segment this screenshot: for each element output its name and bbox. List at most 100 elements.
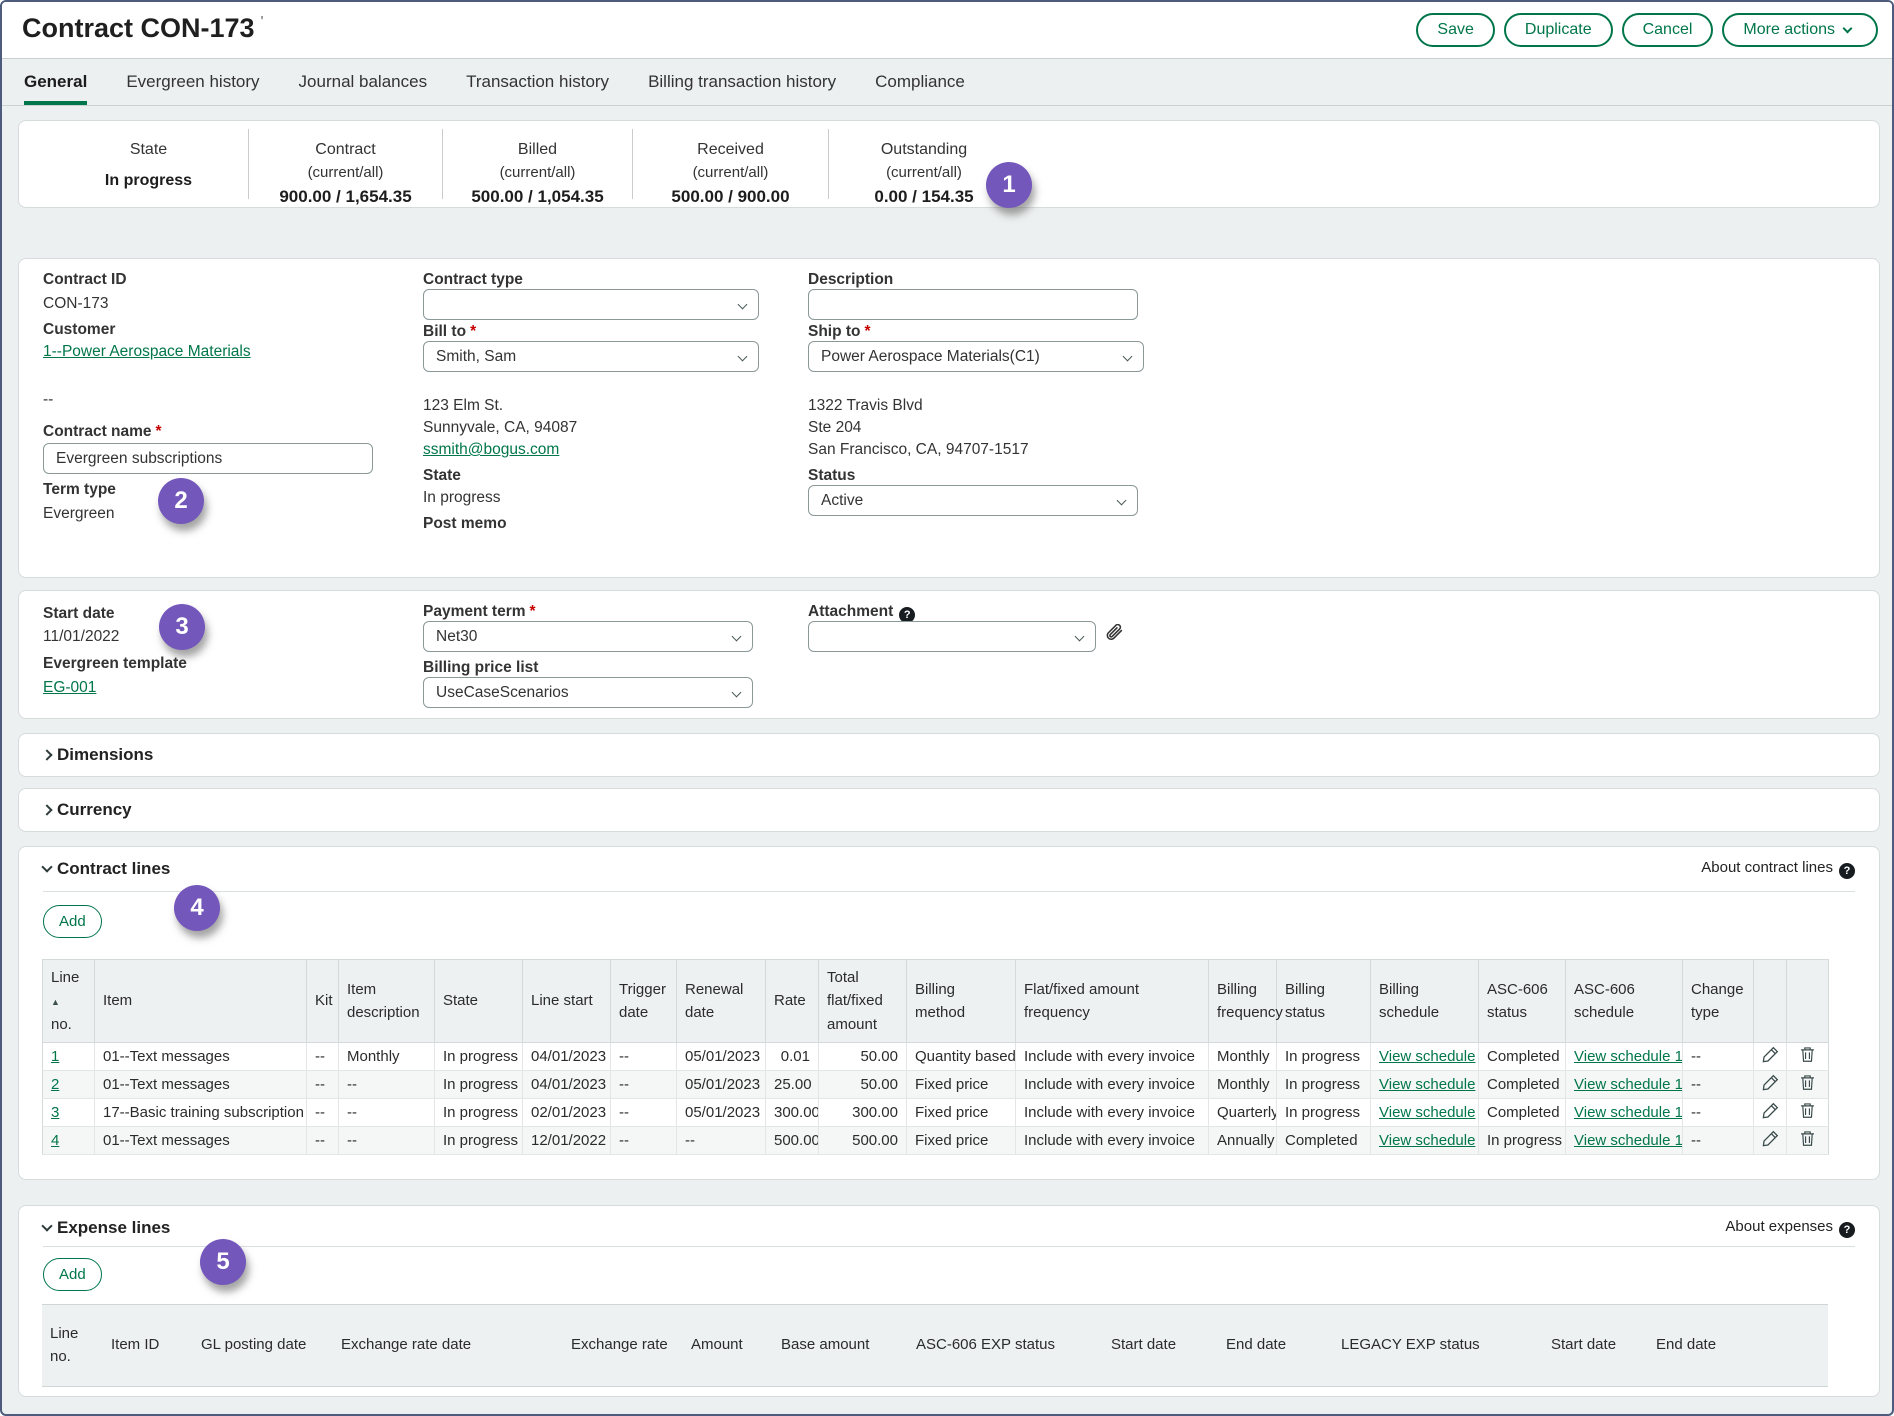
stat-label: Outstanding [829,141,1019,159]
post-memo-label: Post memo [423,515,507,533]
edit-icon[interactable] [1762,1102,1779,1123]
billing-schedule-link[interactable]: View schedule [1379,1076,1475,1093]
expense-lines-toggle[interactable]: Expense lines [43,1218,170,1238]
contract-name-label: Contract name* [43,423,162,441]
dimensions-section[interactable]: Dimensions [18,733,1880,777]
stat-billed: Billed (current/all) 500.00 / 1,054.35 [443,121,632,207]
billing-schedule-link[interactable]: View schedule [1379,1048,1475,1065]
cancel-button[interactable]: Cancel [1622,13,1714,47]
billing-schedule-link[interactable]: View schedule [1379,1132,1475,1149]
bill-to-select[interactable]: Smith, Sam [423,341,759,372]
chevron-down-icon [1075,632,1085,642]
asc-606-schedule-link[interactable]: View schedule 1 [1574,1076,1683,1093]
chevron-down-icon [732,688,742,698]
contract-name-input[interactable] [43,443,373,474]
help-icon[interactable]: ? [1839,1222,1855,1238]
page-header: Contract CON-173' Save Duplicate Cancel … [2,2,1892,59]
tab-bar: General Evergreen history Journal balanc… [2,59,1892,106]
summary-panel: State In progress Contract (current/all)… [18,120,1880,208]
description-input[interactable] [808,289,1138,320]
cell-edit [1754,1126,1787,1154]
delete-icon[interactable] [1800,1130,1815,1151]
cell-flat-fixed-amount-frequency: Include with every invoice [1016,1042,1209,1070]
more-actions-button[interactable]: More actions [1722,13,1878,47]
title-mark: ' [261,13,264,28]
status-label: Status [808,467,855,485]
col-change-type: Change type [1683,960,1754,1043]
line-no-link[interactable]: 4 [51,1132,59,1149]
edit-icon[interactable] [1762,1046,1779,1067]
tab-evergreen-history[interactable]: Evergreen history [126,59,259,105]
asc-606-schedule-link[interactable]: View schedule 1 [1574,1048,1683,1065]
stat-state: State In progress [49,121,248,207]
cell-renewal-date: 05/01/2023 [677,1098,766,1126]
cell-asc-606-schedule: View schedule 1 [1566,1098,1683,1126]
billing-price-list-label: Billing price list [423,659,538,677]
customer-link[interactable]: 1--Power Aerospace Materials [43,343,251,361]
line-no-link[interactable]: 3 [51,1104,59,1121]
stat-label: Billed [443,141,632,159]
cell-line-no: 1 [43,1042,95,1070]
schedule-panel: Start date 11/01/2022 Evergreen template… [18,590,1880,719]
stat-label: Received [633,141,828,159]
payment-term-select[interactable]: Net30 [423,621,753,652]
cell-line-start: 04/01/2023 [523,1042,611,1070]
tab-transaction-history[interactable]: Transaction history [466,59,609,105]
status-select[interactable]: Active [808,485,1138,516]
col-item-description: Item description [339,960,435,1043]
col-line-no[interactable]: Line ▲no. [43,960,95,1043]
chevron-right-icon [41,749,52,760]
contract-lines-title: Contract lines [57,859,170,878]
paperclip-icon[interactable] [1105,624,1127,653]
ship-to-select[interactable]: Power Aerospace Materials(C1) [808,341,1144,372]
contract-lines-header: Contract lines About contract lines? [19,847,1879,879]
delete-icon[interactable] [1800,1074,1815,1095]
cell-rate: 25.00 [766,1070,819,1098]
duplicate-button[interactable]: Duplicate [1504,13,1613,47]
tab-journal-balances[interactable]: Journal balances [299,59,428,105]
col-asc-606-status: ASC-606 status [1479,960,1566,1043]
edit-icon[interactable] [1762,1074,1779,1095]
stat-sub: (current/all) [633,164,828,181]
cell-trigger-date: -- [611,1070,677,1098]
bill-email-link[interactable]: ssmith@bogus.com [423,441,559,459]
line-no-link[interactable]: 2 [51,1076,59,1093]
line-no-link[interactable]: 1 [51,1048,59,1065]
attachment-select[interactable] [808,621,1096,652]
about-contract-lines: About contract lines? [1701,859,1855,879]
contract-type-label: Contract type [423,271,523,289]
evergreen-template-link[interactable]: EG-001 [43,679,96,697]
cell-change-type: -- [1683,1042,1754,1070]
tab-billing-transaction-history[interactable]: Billing transaction history [648,59,836,105]
contract-line-row: 201--Text messages----In progress04/01/2… [43,1070,1829,1098]
chevron-down-icon [738,352,748,362]
delete-icon[interactable] [1800,1102,1815,1123]
asc-606-schedule-link[interactable]: View schedule 1 [1574,1104,1683,1121]
contract-lines-toggle[interactable]: Contract lines [43,859,170,879]
edit-icon[interactable] [1762,1130,1779,1151]
tab-compliance[interactable]: Compliance [875,59,965,105]
add-contract-line-button[interactable]: Add [43,905,102,938]
billing-price-list-select[interactable]: UseCaseScenarios [423,677,753,708]
cell-item: 01--Text messages [95,1070,307,1098]
cell-renewal-date: 05/01/2023 [677,1042,766,1070]
cell-flat-fixed-amount-frequency: Include with every invoice [1016,1070,1209,1098]
save-button[interactable]: Save [1416,13,1494,47]
chevron-down-icon [738,300,748,310]
annotation-badge-3: 3 [159,604,205,650]
tab-general[interactable]: General [24,59,87,105]
cell-rate: 300.00 [766,1098,819,1126]
cell-billing-schedule: View schedule [1371,1042,1479,1070]
cell-state: In progress [435,1126,523,1154]
col-billing-method: Billing method [907,960,1016,1043]
currency-section[interactable]: Currency [18,788,1880,832]
delete-icon[interactable] [1800,1046,1815,1067]
asc-606-schedule-link[interactable]: View schedule 1 [1574,1132,1683,1149]
help-icon[interactable]: ? [1839,863,1855,879]
billing-schedule-link[interactable]: View schedule [1379,1104,1475,1121]
stat-label: Contract [249,141,442,159]
col-line-no: Line no. [42,1305,103,1387]
add-expense-line-button[interactable]: Add [43,1258,102,1291]
contract-type-select[interactable] [423,289,759,320]
col-item: Item [95,960,307,1043]
